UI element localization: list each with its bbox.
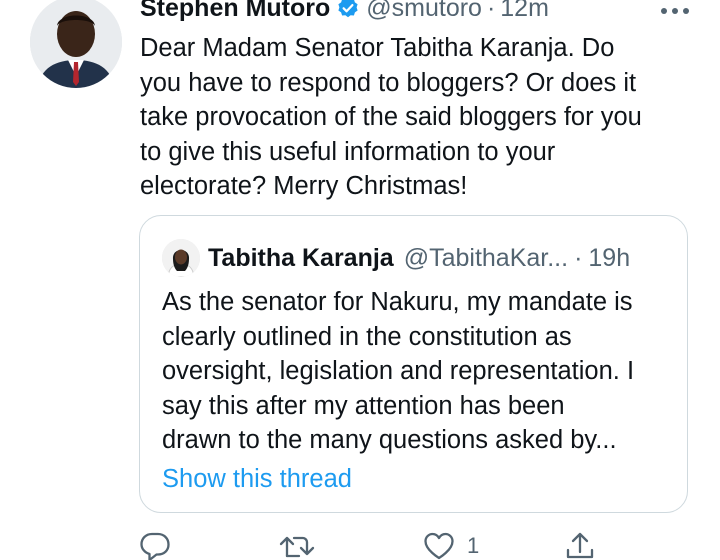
tweet[interactable]: Stephen Mutoro @smutoro · 12m Dear Madam… [0,0,720,560]
quoted-author-avatar[interactable] [162,239,200,277]
share-icon[interactable] [565,532,595,560]
quoted-tweet-header: Tabitha Karanja @TabithaKar... · 19h [208,240,630,276]
quoted-author-handle[interactable]: @TabithaKar... [404,244,568,273]
heart-icon[interactable] [423,532,455,560]
show-thread-link[interactable]: Show this thread [162,462,352,496]
tweet-header: Stephen Mutoro @smutoro · 12m [140,0,549,25]
author-name[interactable]: Stephen Mutoro [140,0,330,23]
reply-icon[interactable] [139,532,171,560]
like-button[interactable]: 1 [423,532,479,560]
quoted-header-separator: · [574,243,583,272]
like-count: 1 [467,533,480,558]
quoted-tweet[interactable]: Tabitha Karanja @TabithaKar... · 19h As … [139,215,688,513]
verified-badge-icon [336,0,360,20]
header-separator: · [486,0,496,22]
tweet-timestamp[interactable]: 12m [500,0,549,23]
more-options-icon[interactable] [655,4,695,18]
author-handle[interactable]: @smutoro [366,0,482,23]
quoted-timestamp[interactable]: 19h [588,244,630,273]
tweet-text: Dear Madam Senator Tabitha Karanja. Do y… [140,34,642,200]
quoted-tweet-text: As the senator for Nakuru, my mandate is… [162,288,635,454]
author-avatar[interactable] [30,0,122,88]
retweet-icon[interactable] [279,532,315,560]
action-bar: 1 [0,530,720,560]
quoted-author-name[interactable]: Tabitha Karanja [208,244,394,273]
